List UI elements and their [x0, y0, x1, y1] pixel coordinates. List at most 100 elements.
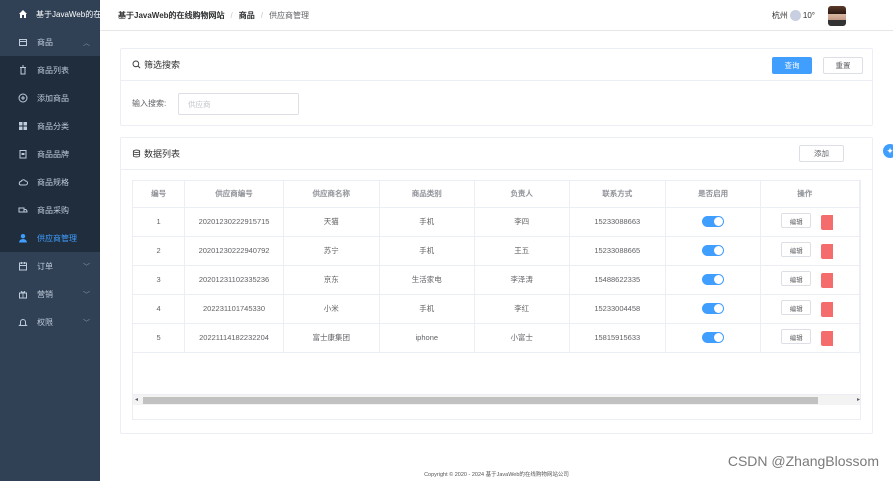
cell-actions: 编辑: [760, 294, 860, 324]
cell-enabled: [665, 207, 762, 237]
cell-id: 5: [133, 323, 186, 353]
cell-manager: 李红: [474, 294, 570, 324]
footer-copyright: Copyright © 2020 - 2024 基于JavaWeb的在线购物网站…: [424, 472, 569, 478]
supplier-table-grid: 编号 供应商编号 供应商名称 商品类别 负责人 联系方式 是否启用 操作 1 2…: [133, 181, 860, 353]
cell-manager: 小富士: [474, 323, 570, 353]
enabled-switch[interactable]: [702, 245, 725, 256]
sidebar-item-label: 商品: [37, 37, 53, 47]
table-header-row: 编号 供应商编号 供应商名称 商品类别 负责人 联系方式 是否启用 操作: [133, 181, 860, 208]
scrollbar-thumb[interactable]: [143, 397, 818, 404]
cell-enabled: [665, 265, 762, 295]
cell-manager: 李四: [474, 207, 570, 237]
scroll-right-arrow-icon[interactable]: ▸: [857, 396, 860, 403]
sidebar-item-goods-category[interactable]: 商品分类: [0, 112, 100, 140]
column-header: 联系方式: [569, 181, 667, 208]
cell-phone: 15233004458: [569, 294, 667, 324]
breadcrumb-separator: /: [230, 10, 233, 20]
cell-category: 手机: [379, 207, 475, 237]
search-input-label: 输入搜索:: [132, 99, 167, 108]
sidebar-item-label: 商品采购: [37, 205, 69, 215]
enabled-switch[interactable]: [702, 332, 725, 343]
edit-button[interactable]: 编辑: [781, 242, 812, 258]
cell-enabled: [665, 236, 762, 266]
query-button[interactable]: 查询: [772, 57, 812, 74]
sidebar: 基于JavaWeb的在 商品 ︿ 商品列表 添加商品 商品分类 商品品牌 商品规…: [0, 0, 100, 481]
cell-enabled: [665, 323, 762, 353]
sidebar-item-goods-list[interactable]: 商品列表: [0, 56, 100, 84]
cell-phone: 15233088663: [569, 207, 667, 237]
sidebar-item-goods-purchase[interactable]: 商品采购: [0, 196, 100, 224]
sidebar-item-add-goods[interactable]: 添加商品: [0, 84, 100, 112]
edit-button[interactable]: 编辑: [781, 329, 812, 345]
list-card: 数据列表 添加 编号 供应商编号 供应商名称 商品类别 负责人 联系方式 是否启…: [120, 137, 873, 434]
sidebar-item-goods-spec[interactable]: 商品规格: [0, 168, 100, 196]
search-input[interactable]: 供应商: [178, 93, 299, 115]
table-row: 3 20201231102335236 京东 生活家电 李泽涛 15488622…: [133, 265, 860, 295]
sidebar-item-order[interactable]: 订单 ﹀: [0, 252, 100, 280]
list-card-title: 数据列表: [144, 149, 181, 159]
cell-phone: 15233088665: [569, 236, 667, 266]
sidebar-logo-text: 基于JavaWeb的在: [36, 9, 100, 19]
column-header: 负责人: [474, 181, 570, 208]
table-row: 2 20201230222940792 苏宁 手机 王五 15233088665…: [133, 236, 860, 266]
cell-actions: 编辑: [760, 323, 860, 353]
cube-icon: [18, 37, 28, 47]
trash-icon: [18, 65, 28, 75]
sidebar-logo[interactable]: 基于JavaWeb的在: [0, 0, 100, 28]
horizontal-scrollbar[interactable]: ◂ ▸: [133, 394, 860, 405]
cell-supplier-code: 202231101745330: [184, 294, 284, 324]
scroll-left-arrow-icon[interactable]: ◂: [135, 396, 138, 403]
enabled-switch[interactable]: [702, 274, 725, 285]
enabled-switch[interactable]: [702, 303, 725, 314]
delete-button[interactable]: [821, 214, 834, 230]
calendar-icon: [18, 261, 28, 271]
translate-float-icon[interactable]: ✦: [883, 144, 893, 158]
sidebar-item-marketing[interactable]: 营销 ﹀: [0, 280, 100, 308]
sidebar-item-goods-brand[interactable]: 商品品牌: [0, 140, 100, 168]
sidebar-item-label: 商品品牌: [37, 149, 69, 159]
add-button[interactable]: 添加: [799, 145, 844, 162]
breadcrumb-goods[interactable]: 商品: [239, 10, 255, 21]
delete-button[interactable]: [821, 301, 834, 317]
cell-phone: 15488622335: [569, 265, 667, 295]
cell-id: 4: [133, 294, 186, 324]
reset-button[interactable]: 重置: [823, 57, 863, 74]
search-card-title: 筛选搜索: [144, 60, 181, 70]
delete-button[interactable]: [821, 330, 834, 346]
column-header: 操作: [760, 181, 860, 208]
home-icon: [18, 9, 28, 19]
column-header: 是否启用: [665, 181, 762, 208]
edit-button[interactable]: 编辑: [781, 213, 812, 229]
sidebar-item-permission[interactable]: 权限 ﹀: [0, 308, 100, 336]
table-row: 1 20201230222915715 天猫 手机 李四 15233088663…: [133, 207, 860, 237]
sidebar-item-label: 营销: [37, 289, 53, 299]
enabled-switch[interactable]: [702, 216, 725, 227]
cell-category: 手机: [379, 236, 475, 266]
breadcrumb-home[interactable]: 基于JavaWeb的在线购物网站: [118, 10, 225, 21]
weather-widget: 杭州 10°: [772, 10, 815, 21]
search-card-header: 筛选搜索: [121, 49, 872, 81]
delete-button[interactable]: [821, 243, 834, 259]
delete-button[interactable]: [821, 272, 834, 288]
sidebar-item-goods[interactable]: 商品 ︿: [0, 28, 100, 56]
cell-id: 2: [133, 236, 186, 266]
truck-icon: [18, 205, 28, 215]
sidebar-item-supplier[interactable]: 供应商管理: [0, 224, 100, 252]
cell-supplier-name: 天猫: [283, 207, 380, 237]
sidebar-item-label: 供应商管理: [37, 233, 77, 243]
edit-button[interactable]: 编辑: [781, 271, 812, 287]
cell-supplier-code: 20221114182232204: [184, 323, 284, 353]
edit-button[interactable]: 编辑: [781, 300, 812, 316]
cell-supplier-name: 小米: [283, 294, 380, 324]
cell-manager: 王五: [474, 236, 570, 266]
cell-actions: 编辑: [760, 236, 860, 266]
grid-icon: [18, 121, 28, 131]
user-icon: [18, 233, 28, 243]
sidebar-item-label: 订单: [37, 261, 53, 271]
cell-supplier-code: 20201230222915715: [184, 207, 284, 237]
avatar[interactable]: [828, 6, 846, 26]
cloud-icon: [18, 177, 28, 187]
sidebar-item-label: 权限: [37, 317, 53, 327]
search-icon: [132, 60, 141, 69]
column-header: 供应商名称: [283, 181, 380, 208]
